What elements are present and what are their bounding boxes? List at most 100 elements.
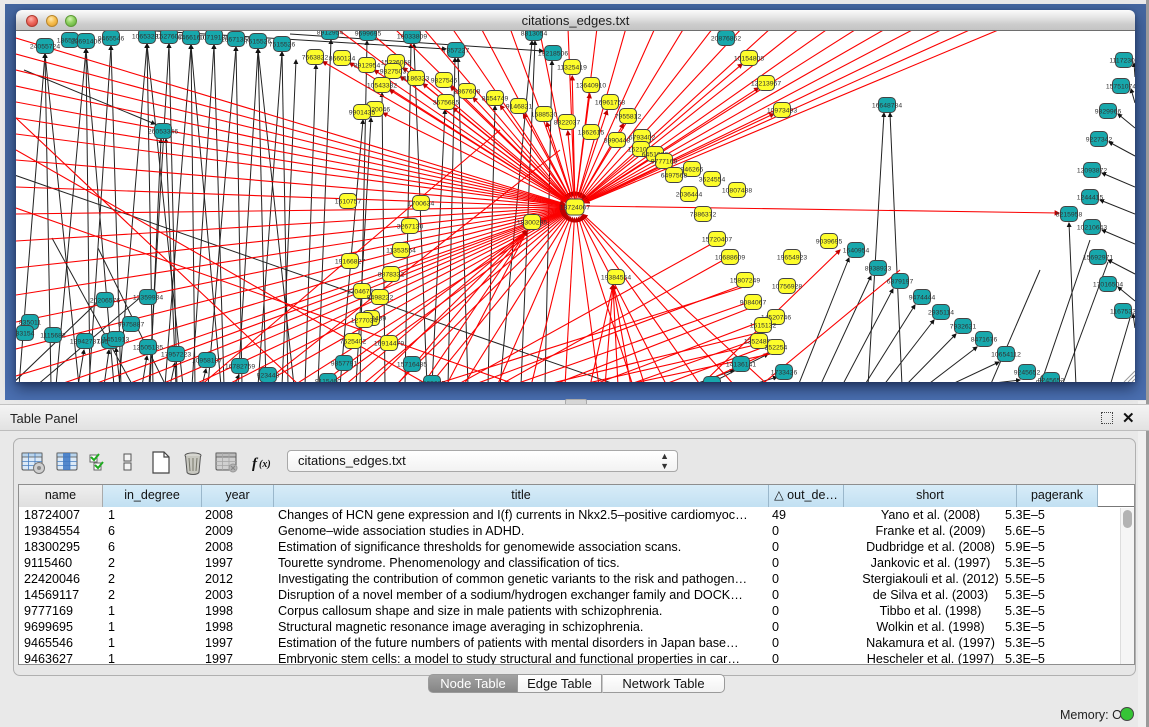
svg-text:8322037: 8322037	[554, 119, 581, 126]
svg-text:18724007: 18724007	[560, 204, 590, 211]
svg-text:8990448: 8990448	[604, 137, 631, 144]
svg-text:10543382: 10543382	[367, 82, 397, 89]
svg-text:12359934: 12359934	[133, 294, 163, 301]
svg-text:7515526: 7515526	[269, 41, 296, 48]
svg-text:14569117: 14569117	[697, 381, 727, 382]
svg-text:2935114: 2935114	[928, 309, 954, 316]
svg-text:9463627: 9463627	[419, 380, 446, 382]
svg-text:9245652: 9245652	[1014, 369, 1041, 376]
svg-text:7515526: 7515526	[245, 38, 272, 45]
svg-text:1588520: 1588520	[531, 111, 558, 118]
svg-text:15692971: 15692971	[1083, 254, 1113, 261]
svg-text:10973493: 10973493	[767, 107, 797, 114]
svg-text:8454749: 8454749	[482, 95, 509, 102]
svg-text:11325419: 11325419	[557, 64, 587, 71]
svg-text:6497568: 6497568	[661, 172, 688, 179]
svg-text:3624554: 3624554	[699, 176, 726, 183]
svg-text:9699695: 9699695	[355, 31, 382, 37]
svg-text:9857791: 9857791	[331, 360, 358, 367]
svg-text:24055724: 24055724	[30, 43, 60, 50]
svg-text:1615132: 1615132	[750, 322, 777, 329]
svg-text:13640910: 13640910	[576, 82, 606, 89]
svg-text:20691406: 20691406	[71, 38, 101, 45]
svg-text:9084067: 9084067	[740, 299, 767, 306]
svg-text:16914479: 16914479	[374, 340, 404, 347]
svg-text:9975887: 9975887	[118, 321, 145, 328]
svg-text:8471676: 8471676	[971, 336, 998, 343]
svg-text:9901435: 9901435	[349, 109, 376, 116]
svg-text:7663822: 7663822	[302, 54, 329, 61]
svg-text:1277034: 1277034	[351, 317, 378, 324]
svg-text:19218506: 19218506	[538, 50, 568, 57]
svg-text:7955812: 7955812	[615, 113, 642, 120]
svg-text:9039695: 9039695	[816, 238, 843, 245]
svg-text:8186323: 8186323	[403, 75, 430, 82]
svg-text:2367608: 2367608	[454, 88, 481, 95]
svg-text:9146821: 9146821	[506, 103, 533, 110]
svg-text:15751074: 15751074	[1106, 83, 1135, 90]
svg-text:1610757: 1610757	[335, 198, 362, 205]
svg-text:6793402: 6793402	[629, 134, 656, 141]
svg-text:17016504: 17016504	[1093, 281, 1123, 288]
svg-text:1167533: 1167533	[1110, 308, 1135, 315]
svg-text:18300295: 18300295	[517, 219, 547, 226]
svg-text:10154808: 10154808	[734, 55, 764, 62]
svg-text:20876862: 20876862	[711, 35, 741, 42]
svg-text:17957223: 17957223	[161, 351, 191, 358]
svg-text:15720407: 15720407	[702, 236, 732, 243]
svg-text:10210643: 10210643	[1077, 224, 1107, 231]
svg-text:(x): (x)	[259, 459, 271, 470]
svg-text:15807249: 15807249	[730, 277, 760, 284]
svg-text:15716485: 15716485	[397, 361, 427, 368]
svg-text:252254: 252254	[765, 344, 788, 351]
svg-text:19384554: 19384554	[601, 274, 631, 281]
svg-text:9465546: 9465546	[98, 35, 125, 42]
svg-text:10654112: 10654112	[991, 351, 1021, 358]
svg-text:1451913: 1451913	[103, 336, 130, 343]
svg-text:9777169: 9777169	[651, 158, 678, 165]
svg-text:11172304: 11172304	[1109, 57, 1135, 64]
svg-text:1733426: 1733426	[771, 369, 798, 376]
svg-text:9327546: 9327546	[431, 77, 458, 84]
svg-text:12505135: 12505135	[133, 344, 163, 351]
svg-text:10958107: 10958107	[192, 357, 222, 364]
svg-text:2036444: 2036444	[676, 191, 703, 198]
svg-text:19654923: 19654923	[777, 254, 807, 261]
svg-text:9498222: 9498222	[367, 294, 394, 301]
svg-text:1640954: 1640954	[843, 247, 870, 254]
svg-text:12942737: 12942737	[70, 338, 100, 345]
svg-text:10807488: 10807488	[722, 187, 752, 194]
svg-text:14136141: 14136141	[726, 361, 756, 368]
svg-text:26053346: 26053346	[148, 128, 178, 135]
svg-text:20206576: 20206576	[90, 297, 120, 304]
svg-text:12093872: 12093872	[1077, 167, 1107, 174]
svg-text:9474444: 9474444	[909, 294, 936, 301]
svg-text:8912954: 8912954	[354, 62, 381, 69]
svg-text:1115682: 1115682	[40, 332, 66, 339]
svg-text:8938923: 8938923	[865, 265, 892, 272]
svg-text:9227342: 9227342	[1086, 136, 1113, 143]
svg-text:16033809: 16033809	[397, 33, 427, 40]
svg-text:12213967: 12213967	[751, 80, 781, 87]
svg-text:33154: 33154	[16, 330, 35, 337]
svg-text:7932621: 7932621	[950, 323, 977, 330]
svg-text:19166827: 19166827	[335, 258, 365, 265]
svg-text:9327503: 9327503	[380, 68, 407, 75]
svg-text:1362615: 1362615	[578, 129, 605, 136]
svg-text:f: f	[252, 456, 259, 472]
svg-text:7625402: 7625402	[340, 338, 367, 345]
svg-text:9329966: 9329966	[1095, 108, 1122, 115]
svg-text:923448: 923448	[257, 372, 280, 379]
svg-text:3675685: 3675685	[433, 99, 460, 106]
svg-text:9115460: 9115460	[315, 378, 341, 382]
svg-text:8660124: 8660124	[329, 55, 356, 62]
svg-text:8878332: 8878332	[378, 271, 405, 278]
svg-text:8215958: 8215958	[1056, 211, 1083, 218]
svg-text:8813054: 8813054	[521, 31, 548, 37]
svg-text:10688609: 10688609	[715, 254, 745, 261]
svg-text:16961758: 16961758	[595, 99, 625, 106]
svg-text:16782759: 16782759	[225, 363, 255, 370]
svg-text:7886372: 7886372	[690, 211, 717, 218]
svg-text:10756928: 10756928	[772, 283, 802, 290]
svg-text:9245652: 9245652	[1038, 377, 1065, 382]
